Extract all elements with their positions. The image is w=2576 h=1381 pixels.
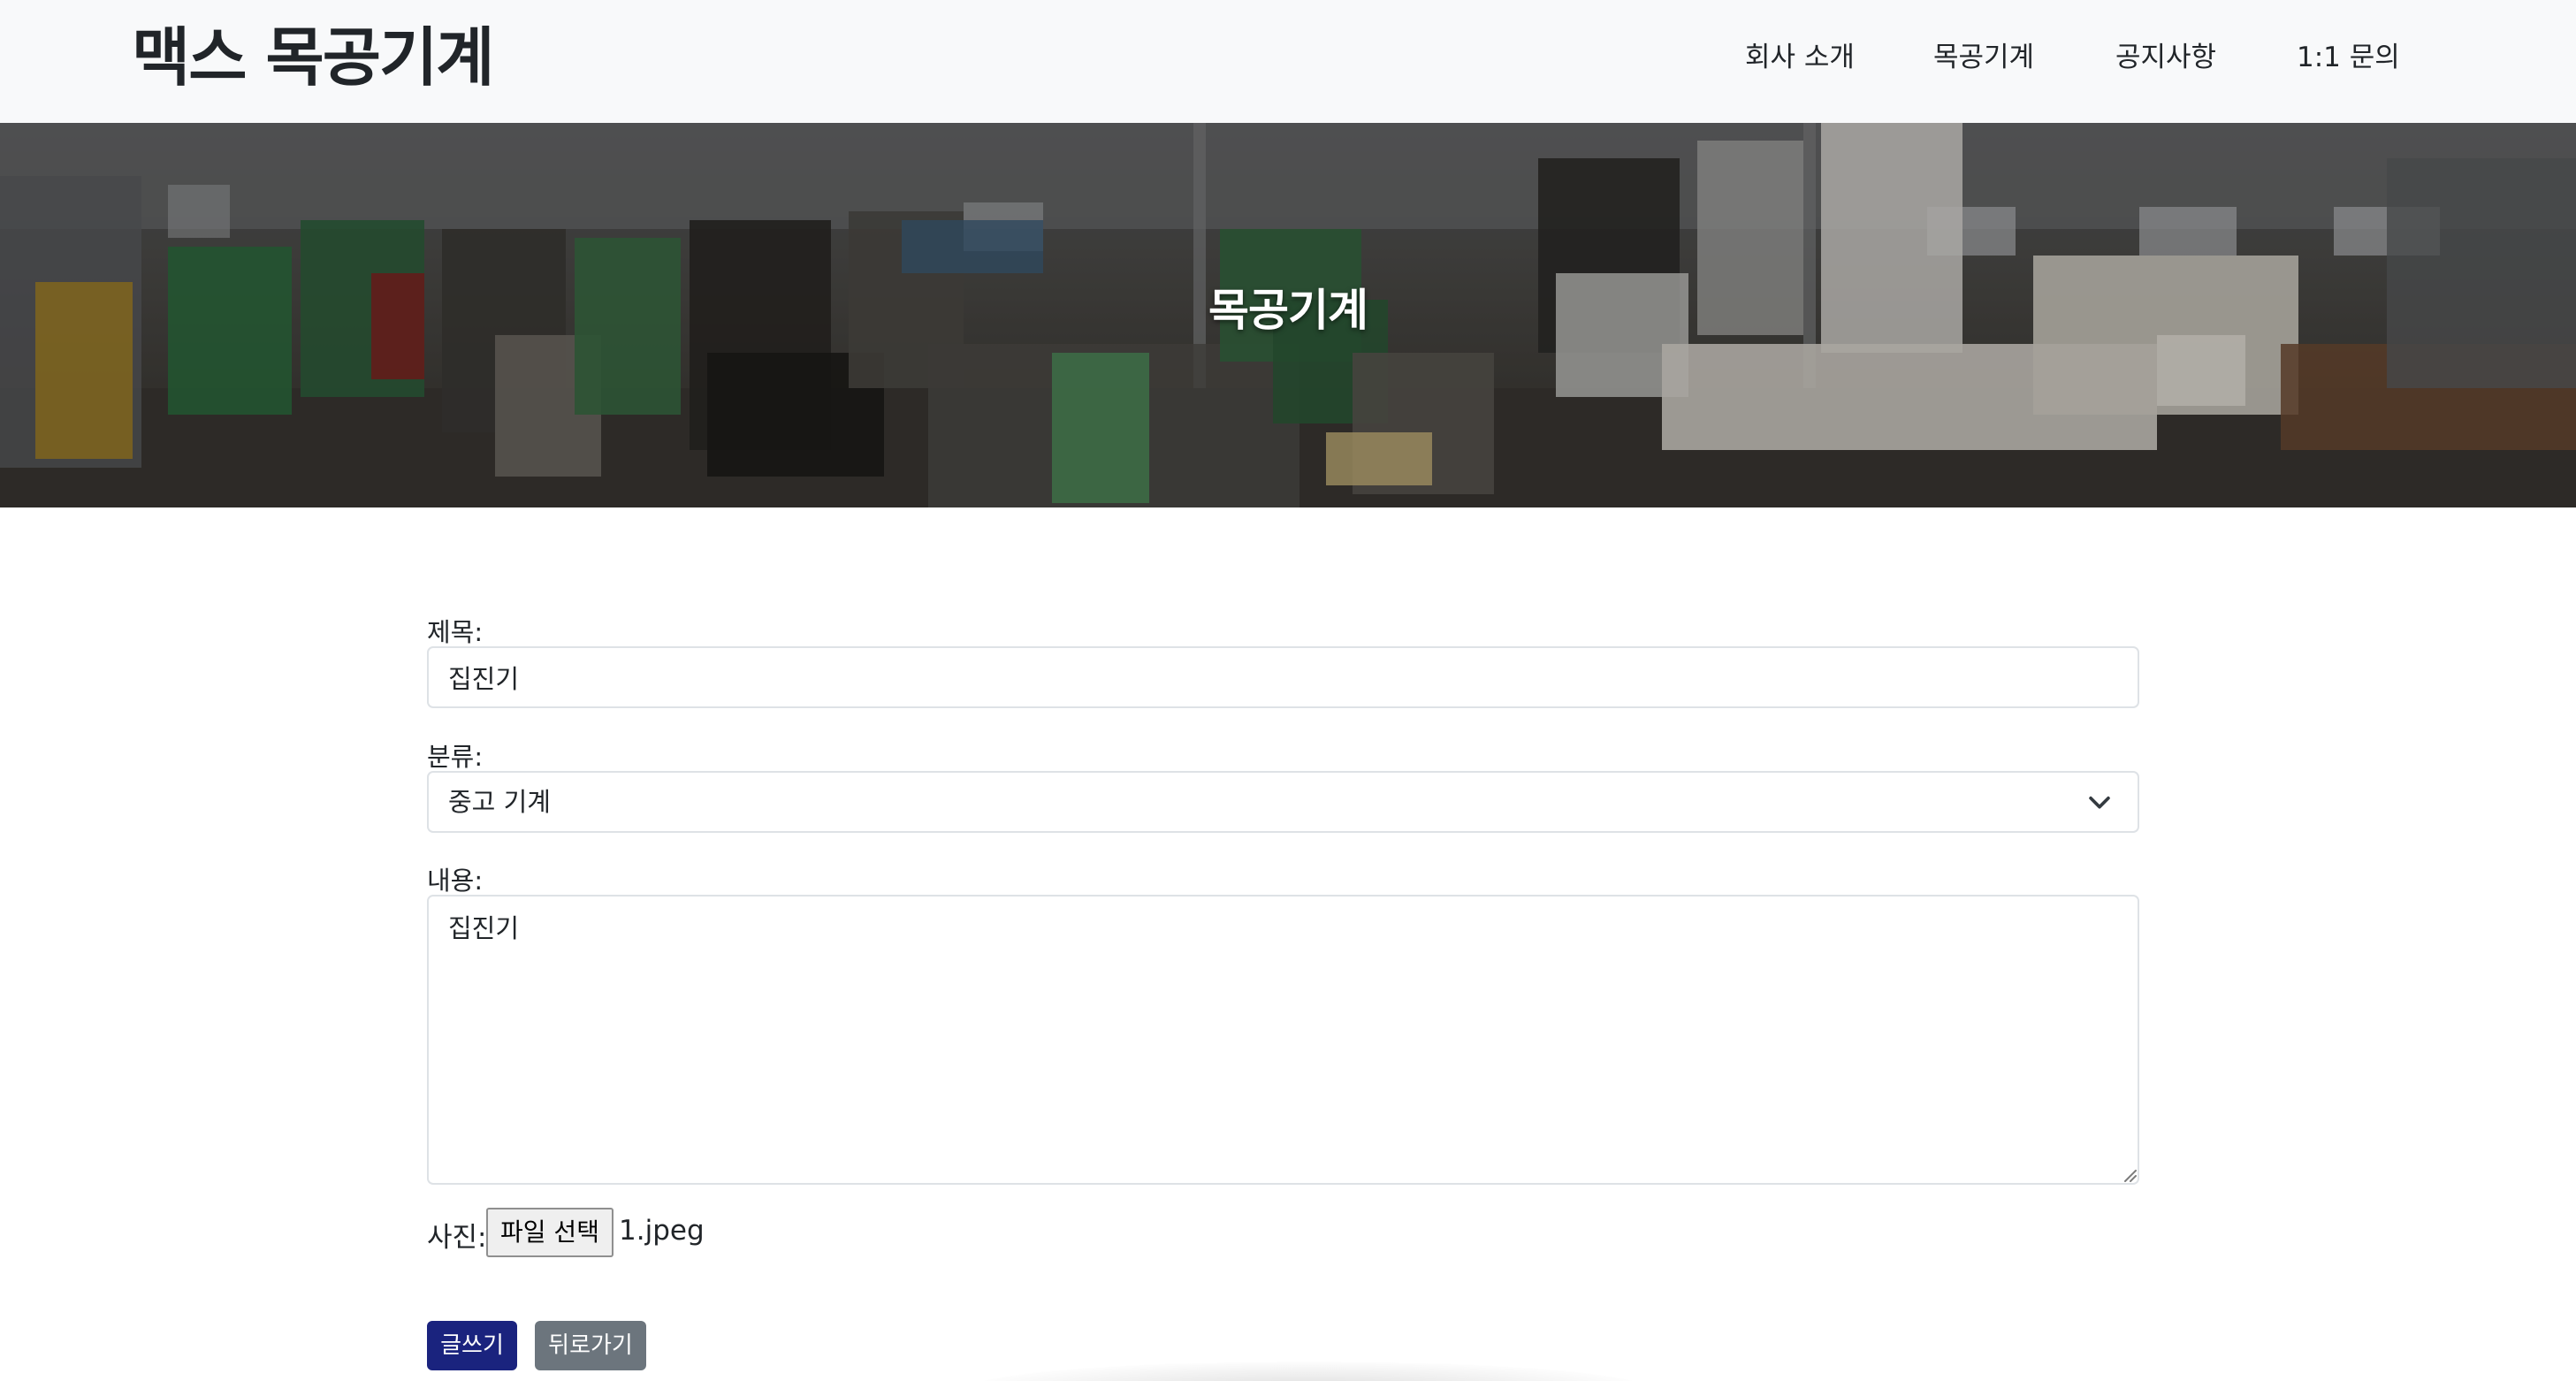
category-selected-value: 중고 기계 bbox=[448, 787, 551, 817]
file-select-button[interactable]: 파일 선택 bbox=[486, 1208, 614, 1257]
navbar: 맥스 목공기계 회사 소개 목공기계 공지사항 1:1 문의 bbox=[0, 0, 2576, 123]
hero-banner: 목공기계 bbox=[0, 123, 2576, 507]
nav-item-machines[interactable]: 목공기계 bbox=[1933, 34, 2034, 81]
content-textarea[interactable]: 집진기 bbox=[427, 895, 2139, 1185]
nav-item-company[interactable]: 회사 소개 bbox=[1745, 34, 1855, 81]
nav-item-inquiry[interactable]: 1:1 문의 bbox=[2297, 34, 2400, 81]
nav-item-notices[interactable]: 공지사항 bbox=[2115, 34, 2216, 81]
photo-label: 사진: bbox=[427, 1222, 487, 1254]
content-label: 내용: bbox=[427, 866, 484, 896]
resize-handle-icon[interactable] bbox=[2120, 1165, 2138, 1183]
bottom-shadow bbox=[972, 1362, 1644, 1381]
title-input[interactable] bbox=[427, 646, 2139, 708]
category-label: 분류: bbox=[427, 742, 484, 772]
chevron-down-icon bbox=[2089, 796, 2110, 809]
back-button[interactable]: 뒤로가기 bbox=[535, 1321, 646, 1370]
submit-button[interactable]: 글쓰기 bbox=[427, 1321, 517, 1370]
brand-logo[interactable]: 맥스 목공기계 bbox=[132, 9, 495, 106]
hero-title: 목공기계 bbox=[1208, 285, 1368, 336]
selected-file-name: 1.jpeg bbox=[619, 1215, 705, 1247]
title-label: 제목: bbox=[427, 617, 484, 647]
category-select[interactable]: 중고 기계 bbox=[427, 771, 2139, 833]
